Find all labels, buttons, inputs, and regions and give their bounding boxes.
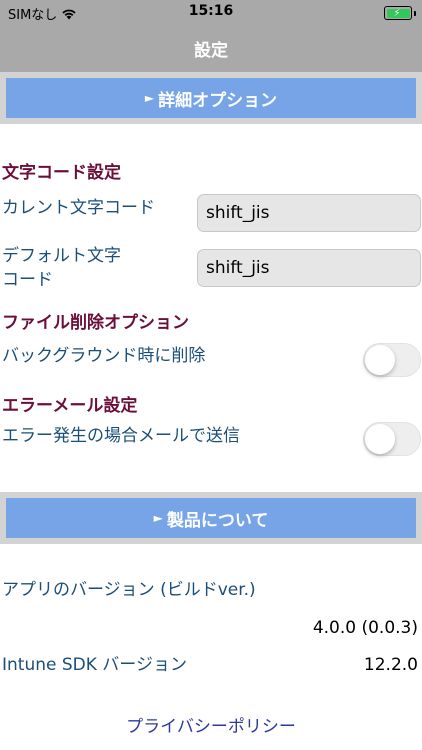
- privacy-policy-link[interactable]: プライバシーポリシー: [0, 712, 422, 737]
- detail-options-button[interactable]: ► 詳細オプション: [6, 78, 416, 118]
- play-triangle-icon: ►: [153, 511, 163, 525]
- background-delete-toggle[interactable]: [363, 343, 421, 377]
- file-delete-heading: ファイル削除オプション: [2, 313, 189, 333]
- status-time: 15:16: [188, 3, 234, 19]
- default-charset-label-line1: デフォルト文字: [2, 246, 121, 266]
- default-charset-label: デフォルト文字 コード: [2, 244, 121, 292]
- default-charset-label-line2: コード: [2, 270, 53, 290]
- current-charset-field[interactable]: shift_jis: [197, 194, 421, 232]
- default-charset-field[interactable]: shift_jis: [197, 249, 421, 287]
- battery-charging-icon: ⚡: [384, 6, 416, 20]
- error-mail-heading: エラーメール設定: [2, 396, 138, 416]
- about-product-button[interactable]: ► 製品について: [6, 498, 416, 538]
- detail-options-bar: ► 詳細オプション: [0, 72, 422, 124]
- toggle-knob: [365, 345, 395, 375]
- toggle-knob: [365, 424, 395, 454]
- navigation-header: SIMなし 15:16 ⚡ 設定: [0, 0, 422, 72]
- send-on-error-label: エラー発生の場合メールで送信: [2, 426, 240, 446]
- detail-options-label: 詳細オプション: [158, 90, 278, 111]
- background-delete-label: バックグラウンド時に削除: [2, 346, 206, 366]
- play-triangle-icon: ►: [144, 91, 155, 105]
- app-version-label: アプリのバージョン (ビルドver.): [2, 580, 256, 600]
- about-product-bar: ► 製品について: [0, 492, 422, 544]
- send-on-error-toggle[interactable]: [363, 422, 421, 456]
- sdk-version-label: Intune SDK バージョン: [2, 655, 187, 675]
- app-version-value: 4.0.0 (0.0.3): [312, 618, 418, 638]
- sdk-version-value: 12.2.0: [363, 655, 418, 675]
- current-charset-label: カレント文字コード: [2, 198, 155, 218]
- charset-settings-heading: 文字コード設定: [2, 163, 121, 183]
- page-title: 設定: [194, 41, 228, 61]
- status-bar: SIMなし 15:16 ⚡: [0, 0, 422, 26]
- about-product-label: 製品について: [166, 510, 269, 531]
